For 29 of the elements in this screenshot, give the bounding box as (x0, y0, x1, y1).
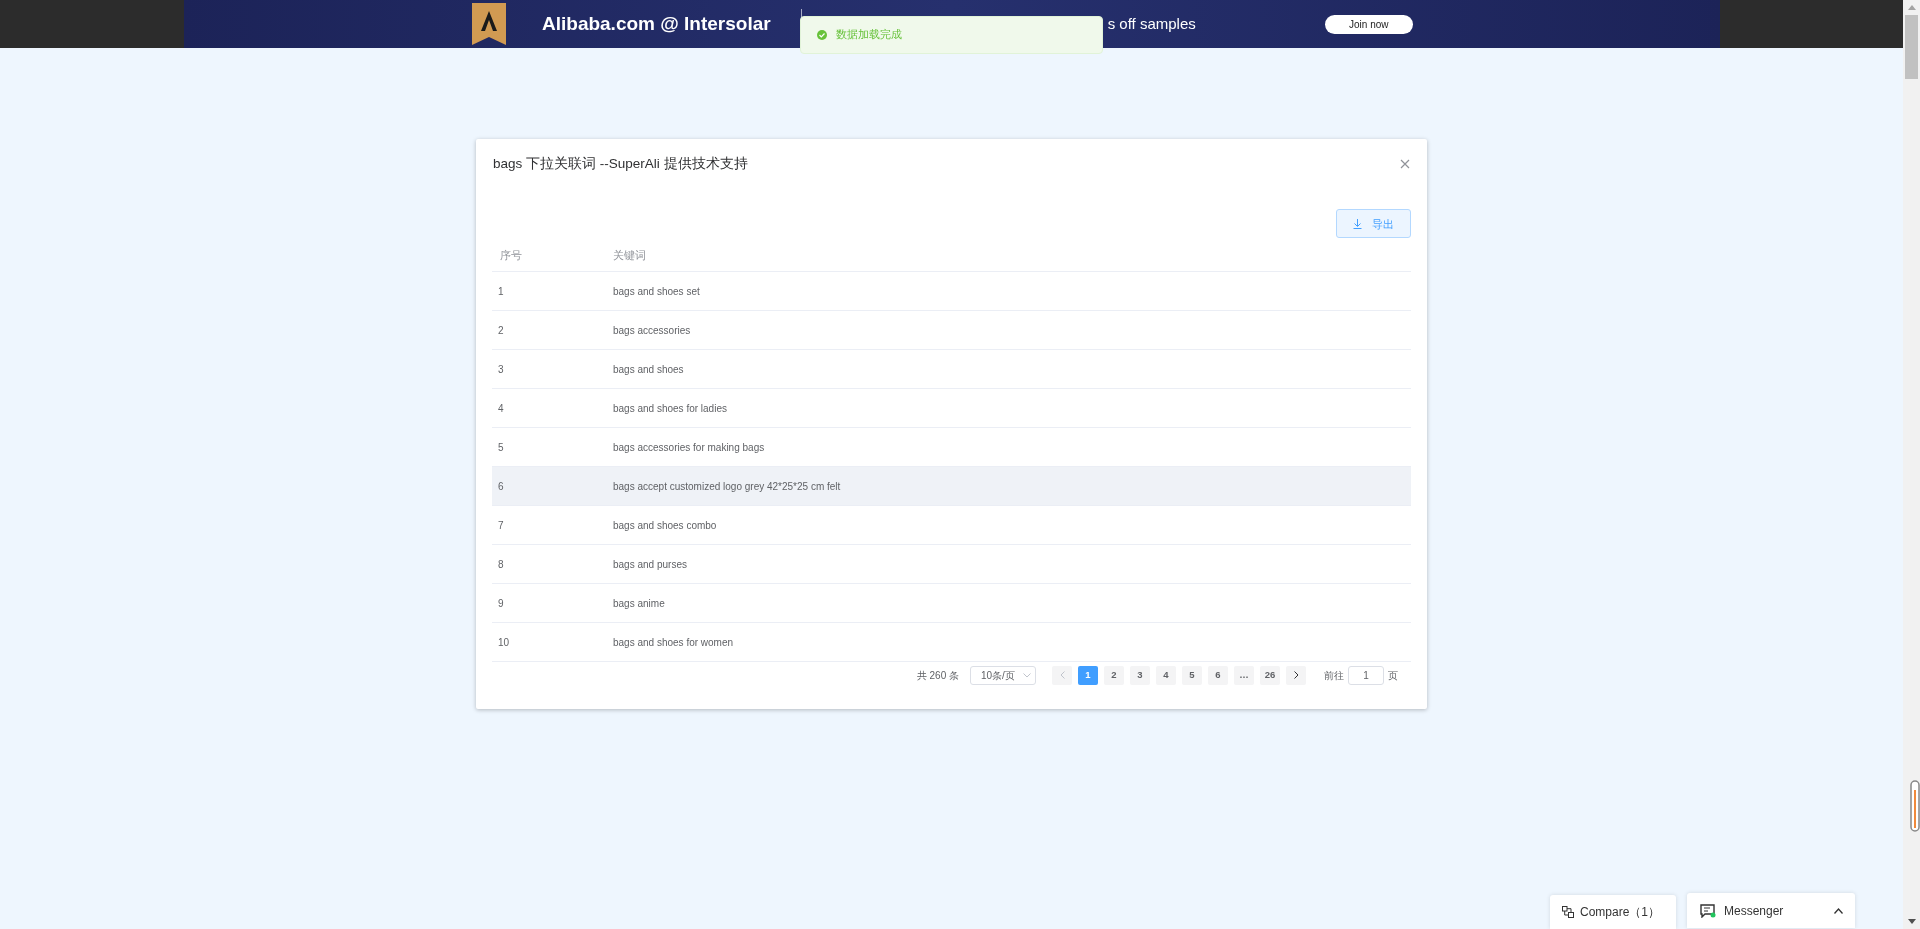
column-header: 关键词 (613, 247, 646, 263)
table-cell-text: bags accept customized logo grey 42*25*25 cm felt (613, 479, 841, 494)
table-cell-text: 6 (497, 479, 505, 494)
table-cell-text: 7 (497, 518, 505, 533)
table-cell-text: 8 (497, 557, 505, 572)
table-cell-text: 5 (497, 440, 505, 455)
banner-title: Alibaba.com @ Intersolar (542, 11, 771, 36)
table-cell-text: bags and shoes (613, 362, 684, 377)
table-cell-text: 4 (497, 401, 505, 416)
table-cell-text: 3 (497, 362, 505, 377)
table-cell-text: bags and shoes combo (613, 518, 717, 533)
table-cell-text: bags anime (613, 596, 665, 611)
table-cell-text: bags and shoes for ladies (613, 401, 727, 416)
dialog-title: bags 下拉关联词 --SuperAli 提供技术支持 (493, 155, 748, 173)
goto-suffix: 页 (1388, 668, 1398, 683)
goto-label: 前往 (1324, 668, 1344, 683)
column-header: 序号 (499, 247, 523, 263)
table-cell-text: bags and shoes for women (613, 635, 734, 650)
table-cell-text: 9 (497, 596, 505, 611)
table-cell-text: 2 (497, 323, 505, 338)
table-cell-text: 1 (497, 284, 505, 299)
table-cell-text: bags accessories for making bags (613, 440, 765, 455)
total-count: 共 260 条 (916, 668, 959, 683)
table-cell-text: 10 (497, 635, 511, 650)
banner-tagline: s off samples (1107, 13, 1196, 34)
table-cell-text: bags accessories (613, 323, 691, 338)
toast-message: 数据加载完成 (836, 27, 902, 43)
table-cell-text: bags and shoes set (613, 284, 700, 299)
table-cell-text: bags and purses (613, 557, 687, 572)
